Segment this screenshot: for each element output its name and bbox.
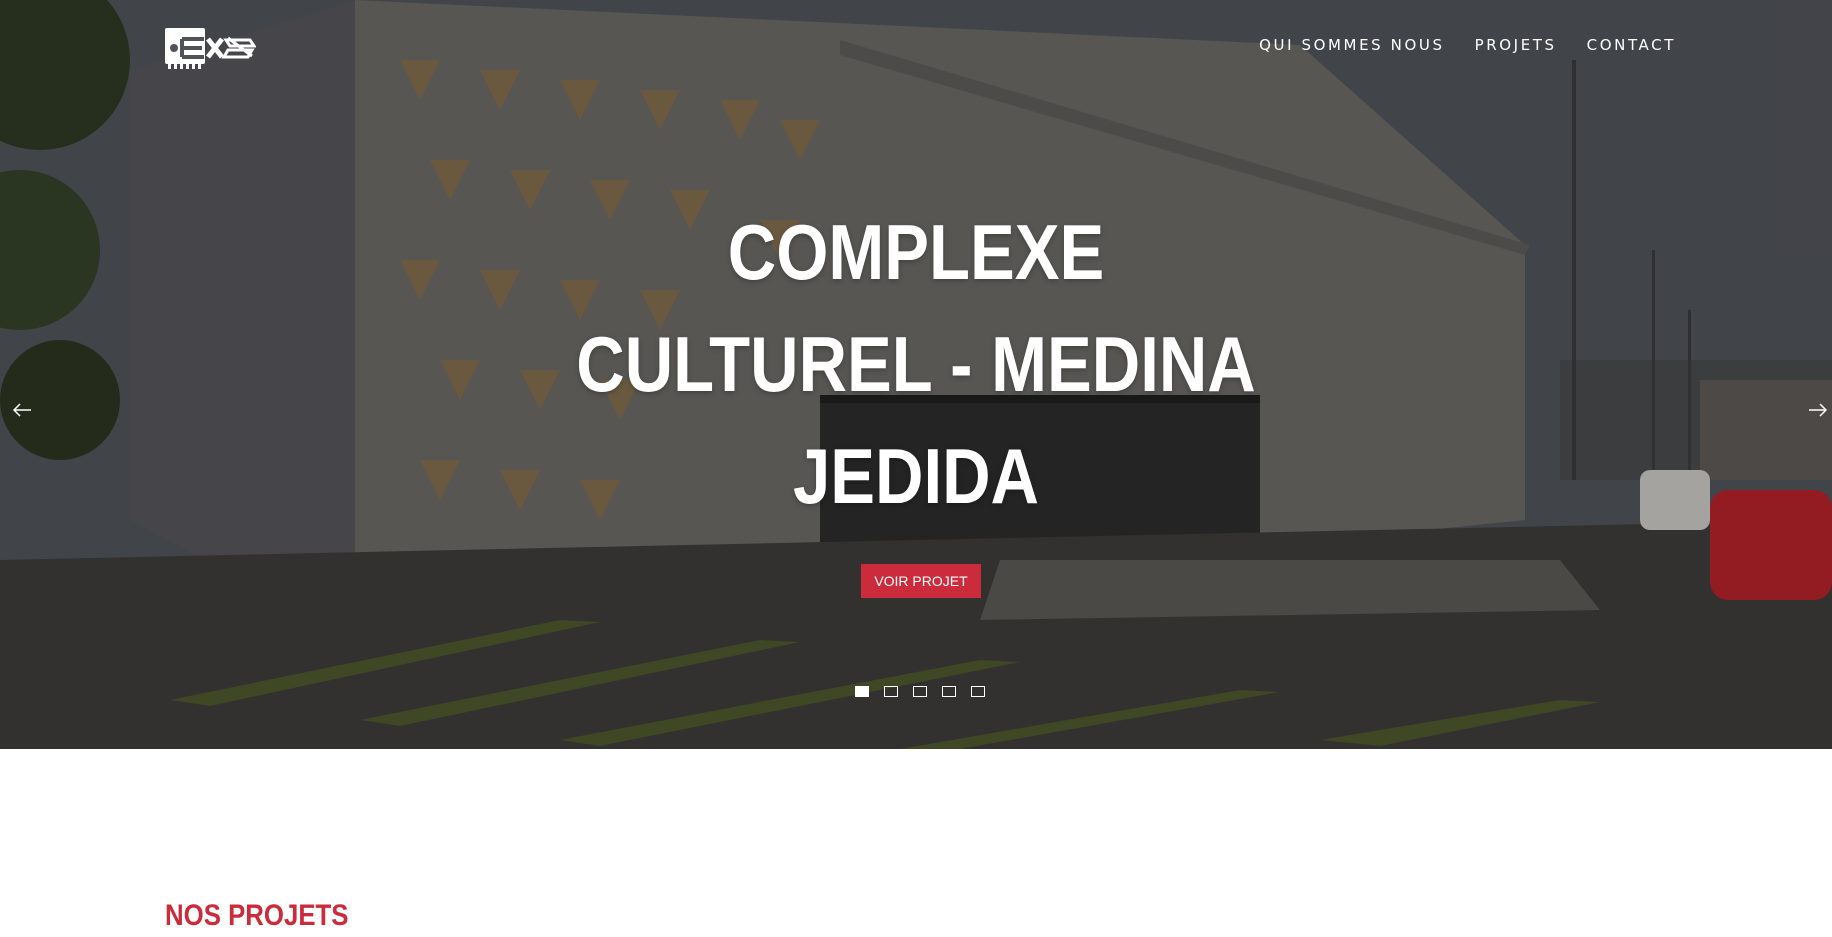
- slider-next-button[interactable]: [1806, 398, 1830, 422]
- hero-title-line1: COMPLEXE: [727, 208, 1105, 296]
- exa-logo-icon: [165, 28, 257, 69]
- nav-item-projets[interactable]: PROJETS: [1475, 36, 1557, 54]
- nav-item-contact[interactable]: CONTACT: [1587, 36, 1676, 54]
- brand-logo[interactable]: [164, 26, 257, 70]
- slider-dot-1[interactable]: [855, 686, 869, 697]
- slider-pagination: [855, 686, 985, 697]
- arrow-left-icon: [12, 403, 31, 417]
- slider-dot-4[interactable]: [942, 686, 956, 697]
- slider-dot-5[interactable]: [971, 686, 985, 697]
- hero-title-line2: CULTUREL - MEDINA: [576, 320, 1256, 408]
- section-title-nos-projets: NOS PROJETS: [165, 899, 349, 932]
- slider-dot-3[interactable]: [913, 686, 927, 697]
- main-nav: QUI SOMMES NOUS PROJETS CONTACT: [1259, 36, 1676, 54]
- nav-item-qui-sommes-nous[interactable]: QUI SOMMES NOUS: [1259, 36, 1444, 54]
- slider-dot-2[interactable]: [884, 686, 898, 697]
- hero-slider: QUI SOMMES NOUS PROJETS CONTACT COMPLEXE…: [0, 0, 1832, 749]
- arrow-right-icon: [1809, 403, 1828, 417]
- slider-prev-button[interactable]: [10, 398, 34, 422]
- hero-title: COMPLEXE CULTUREL - MEDINA JEDIDA: [486, 196, 1346, 532]
- hero-title-line3: JEDIDA: [792, 432, 1040, 520]
- voir-projet-button[interactable]: VOIR PROJET: [861, 564, 981, 598]
